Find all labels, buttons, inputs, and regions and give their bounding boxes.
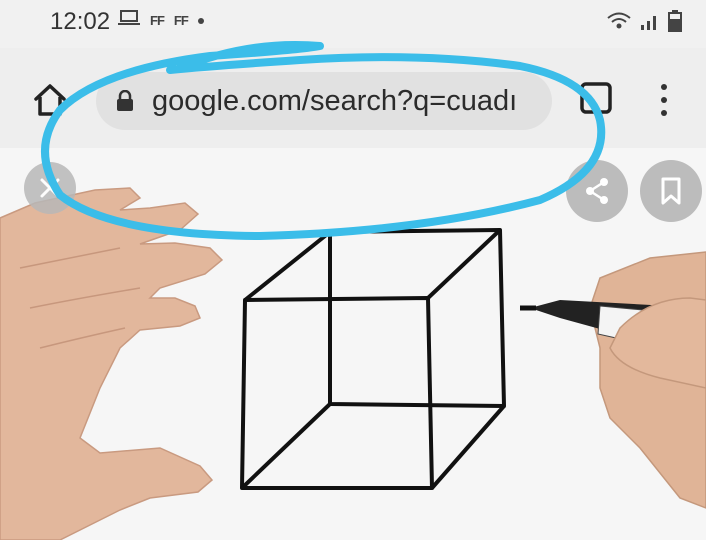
lock-icon	[117, 90, 133, 111]
tabs-button[interactable]	[578, 80, 614, 116]
status-icons-right	[606, 10, 682, 37]
save-button[interactable]	[640, 160, 702, 222]
ff-icon: FF	[173, 13, 189, 28]
dot-icon	[197, 17, 204, 24]
close-button[interactable]	[24, 162, 76, 214]
signal-icon	[640, 11, 660, 36]
home-button[interactable]	[28, 78, 72, 122]
status-bar: 12:02 FF FF	[0, 0, 706, 48]
wifi-icon	[606, 11, 632, 36]
url-text: google.com/search?q=cuadı	[152, 85, 518, 117]
share-button[interactable]	[566, 160, 628, 222]
browser-toolbar: google.com/search?q=cuadı	[0, 48, 706, 148]
more-vert-icon[interactable]	[652, 78, 676, 122]
tabs-icon	[580, 82, 612, 114]
url-bar[interactable]: google.com/search?q=cuadı	[96, 72, 552, 130]
status-icons-left: FF FF	[118, 10, 204, 31]
share-icon	[586, 178, 608, 204]
status-time: 12:02	[50, 8, 111, 35]
close-icon	[40, 178, 60, 198]
bookmark-icon	[661, 177, 681, 205]
ff-icon: FF	[150, 13, 165, 28]
home-icon	[34, 84, 66, 116]
laptop-icon	[118, 10, 140, 31]
battery-icon	[668, 10, 682, 37]
